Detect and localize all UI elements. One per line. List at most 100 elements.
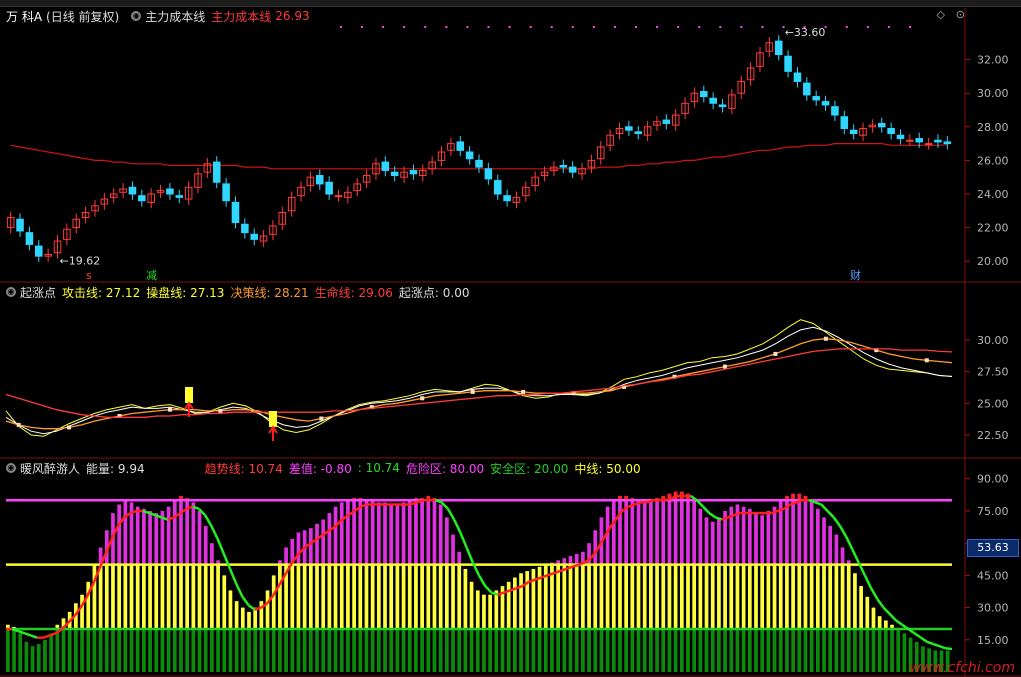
energy-bar-yellow — [741, 564, 746, 630]
energy-bar-green — [321, 629, 326, 672]
energy-bar-magenta — [148, 510, 152, 565]
energy-bar-magenta — [327, 513, 332, 565]
candle — [175, 195, 184, 198]
energy-bar-yellow — [302, 564, 307, 630]
trend-line — [248, 604, 256, 611]
energy-bar-green — [902, 633, 907, 672]
energy-bar-green — [673, 629, 678, 672]
candle — [475, 159, 483, 168]
energy-bar-green — [809, 629, 814, 672]
energy-bar-yellow — [321, 564, 326, 630]
energy-bar-yellow — [871, 607, 876, 630]
energy-bar-green — [865, 629, 870, 672]
candle — [784, 55, 792, 72]
candle — [390, 171, 399, 177]
candle — [325, 181, 333, 195]
energy-bar-yellow — [754, 564, 758, 630]
signal-dot — [571, 26, 574, 28]
energy-bar-magenta — [667, 493, 672, 565]
energy-bar-yellow — [747, 564, 752, 630]
energy-bar-yellow — [339, 564, 344, 630]
energy-bar-green — [531, 629, 536, 672]
energy-bar-green — [482, 629, 486, 672]
energy-bar-yellow — [865, 596, 870, 630]
energy-bar-green — [346, 629, 350, 672]
chart-canvas[interactable]: 32.00 30.00 28.00 26.00 24.00 22.00 20.00 ←33.6… — [0, 0, 1021, 677]
energy-bar-green — [519, 629, 523, 672]
trend-line — [814, 501, 822, 506]
y-tick-label: 30.00 — [977, 334, 1009, 347]
trend-line — [870, 587, 879, 600]
energy-bar-yellow — [840, 564, 845, 630]
energy-bar-green — [296, 629, 301, 672]
energy-bar-green — [123, 629, 128, 672]
energy-bar-magenta — [191, 502, 196, 565]
signal-dot — [866, 26, 869, 28]
energy-bar-yellow — [376, 564, 381, 630]
energy-bar-yellow — [154, 564, 159, 630]
energy-bar-magenta — [426, 495, 431, 565]
candle — [718, 104, 727, 108]
energy-bar-yellow — [723, 564, 727, 630]
energy-bar-green — [568, 629, 573, 672]
energy-bar-yellow — [636, 564, 641, 630]
energy-bar-green — [698, 629, 703, 672]
candle — [887, 127, 895, 135]
energy-bar-magenta — [197, 510, 202, 565]
energy-bar-green — [840, 629, 845, 672]
signal-dot — [508, 26, 511, 28]
event-marker-cai: 财 — [850, 268, 861, 282]
energy-bar-magenta — [142, 508, 146, 565]
energy-bar-yellow — [346, 564, 350, 630]
energy-bar-yellow — [853, 573, 857, 630]
decision-marker — [521, 389, 526, 394]
energy-bar-yellow — [210, 564, 214, 630]
trend-line — [228, 568, 238, 585]
trend-line — [30, 634, 38, 639]
energy-bar-green — [203, 629, 208, 672]
energy-bar-magenta — [444, 517, 449, 565]
energy-bar-yellow — [185, 564, 190, 630]
energy-bar-green — [104, 629, 109, 672]
energy-bar-green — [846, 629, 851, 672]
energy-bar-green — [791, 629, 795, 672]
energy-bar-green — [747, 629, 752, 672]
y-tick-label: 30.00 — [977, 602, 1009, 615]
energy-bar-green — [327, 629, 332, 672]
signal-dot — [698, 26, 701, 28]
y-tick-label: 22.00 — [977, 222, 1009, 235]
energy-bar-green — [308, 629, 313, 672]
candle — [634, 131, 643, 135]
energy-bar-yellow — [104, 564, 109, 630]
energy-bar-yellow — [482, 594, 486, 630]
energy-bar-green — [111, 629, 115, 672]
decision-marker — [924, 358, 929, 363]
energy-bar-yellow — [760, 564, 765, 630]
energy-bar-green — [414, 629, 418, 672]
energy-bar-magenta — [661, 495, 666, 565]
candle — [241, 223, 249, 234]
energy-bar-magenta — [407, 500, 412, 565]
energy-bar-green — [611, 629, 616, 672]
energy-bar-green — [80, 629, 84, 672]
energy-bar-green — [142, 629, 146, 672]
energy-bar-yellow — [383, 564, 387, 630]
energy-bar-yellow — [352, 564, 356, 630]
y-tick-label: 30.00 — [977, 87, 1009, 100]
candle — [906, 139, 914, 142]
candle — [222, 183, 230, 202]
energy-bar-magenta — [179, 495, 183, 565]
trend-line — [241, 596, 250, 607]
energy-bar-green — [525, 629, 530, 672]
energy-bar-yellow — [494, 590, 499, 630]
energy-bar-yellow — [772, 564, 777, 630]
energy-bar-yellow — [395, 564, 400, 630]
energy-bar-yellow — [673, 564, 678, 630]
trend-line — [851, 549, 860, 564]
energy-bar-yellow — [123, 564, 128, 630]
energy-bar-yellow — [828, 564, 833, 630]
energy-bar-yellow — [593, 564, 598, 630]
energy-bar-yellow — [438, 564, 443, 630]
signal-dot — [887, 26, 890, 28]
energy-bar-yellow — [531, 568, 536, 630]
